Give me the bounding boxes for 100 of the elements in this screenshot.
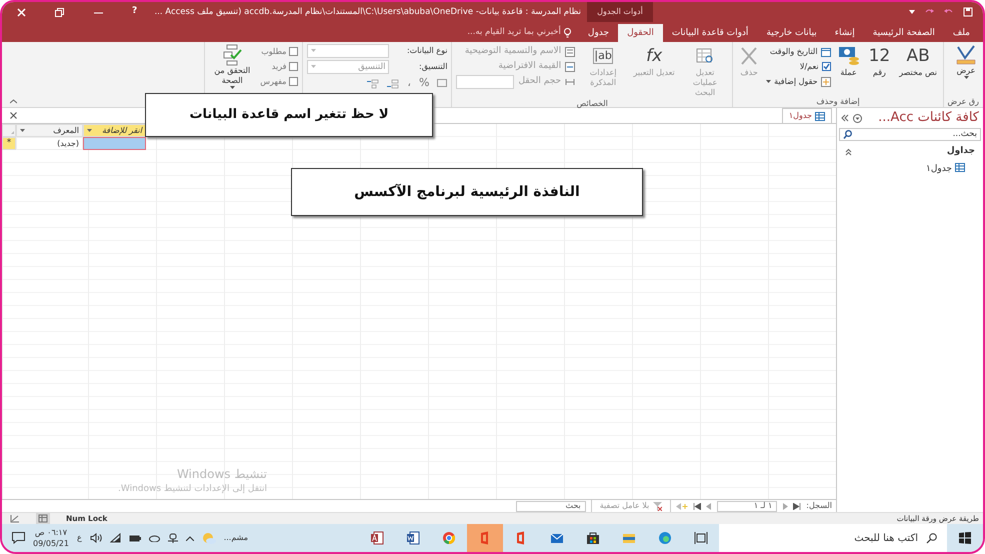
property-label: القيمة الافتراضية	[498, 60, 562, 73]
validation-checkbox[interactable]: مفهرس	[260, 74, 298, 89]
callout-box: لا حظ تتغير اسم قاعدة البيانات	[145, 93, 433, 137]
table-icon	[955, 162, 965, 172]
envelope-icon	[550, 531, 564, 545]
record-position-field[interactable]: ١ لـ ١	[717, 500, 778, 512]
increase-decimals-icon[interactable]	[387, 78, 400, 88]
record-search-field[interactable]: بحث	[516, 500, 586, 512]
tell-me-field[interactable]: أخبرني بما تريد القيام به...	[467, 26, 561, 39]
table-icon	[815, 112, 825, 120]
meeting-icon[interactable]	[168, 532, 178, 544]
record-label: السجل:	[806, 500, 832, 512]
property-label: حجم الحقل	[518, 74, 562, 88]
save-icon[interactable]	[963, 7, 973, 17]
ribbon-tab[interactable]: جدول	[578, 24, 618, 42]
field-type-glyph: AB	[906, 45, 930, 68]
property-icon	[565, 46, 576, 56]
add-field-button[interactable]: نعم/لا	[766, 59, 831, 74]
search-icon	[926, 532, 937, 544]
word-icon	[406, 531, 420, 545]
undo-icon[interactable]	[944, 8, 953, 16]
caret-icon	[311, 49, 316, 53]
ribbon-tab[interactable]: الصفحة الرئيسية	[864, 24, 944, 42]
currency-format-icon[interactable]	[437, 79, 448, 88]
group-label: رق عرض	[948, 96, 979, 107]
caret-icon	[964, 76, 968, 80]
no-filter-icon	[653, 502, 662, 510]
ribbon-tab[interactable]: بيانات خارجية	[757, 24, 826, 42]
property-glyph: ab|	[593, 48, 613, 64]
nav-item[interactable]: جدول١	[924, 162, 967, 176]
ribbon-tab[interactable]: ملف	[944, 24, 979, 42]
caret-icon	[311, 65, 316, 69]
caret-icon	[230, 86, 235, 90]
activation-message: انتقل إلى الإعدادات لتنشيط Windows.	[118, 482, 268, 496]
placeholder-text: بحث...	[952, 128, 977, 141]
view-icon	[955, 44, 977, 66]
customize-caret-icon[interactable]	[909, 10, 915, 14]
add-field-button[interactable]: حقول إضافية	[766, 74, 831, 89]
field-type-glyph: 12	[868, 45, 890, 68]
design-view-icon[interactable]	[10, 514, 20, 523]
context-tab-label: أدوات الجدول	[587, 2, 653, 22]
folder-icon	[622, 531, 636, 545]
browser-icon	[658, 531, 672, 545]
group-label: الخصائص	[576, 98, 609, 109]
group-label: إضافة وحذف	[815, 96, 861, 107]
ribbon-tab[interactable]: الحقول	[618, 24, 663, 42]
language-indicator[interactable]: ع	[76, 532, 82, 544]
format-symbol-button[interactable]: %	[418, 76, 430, 91]
collapse-ribbon-icon[interactable]	[10, 99, 17, 104]
format-label: نوع البيانات:	[406, 45, 448, 57]
help-button[interactable]: ?	[132, 5, 138, 19]
more-fields-icon	[820, 76, 831, 86]
column-header[interactable]: انقر للإضافة	[83, 124, 146, 137]
format-label: التنسيق:	[418, 61, 448, 73]
property-label: الاسم والتسمية التوضيحية	[464, 44, 562, 58]
nav-group-header[interactable]: جداول	[852, 145, 975, 158]
validation-button[interactable]: التحقق من الصحة	[209, 44, 256, 90]
property-icon	[565, 62, 576, 72]
shopping-bag-icon	[586, 531, 600, 545]
collapse-pane-icon[interactable]	[841, 114, 849, 122]
column-header[interactable]: المعرف	[16, 124, 83, 137]
field-size-input[interactable]	[456, 74, 514, 88]
collapse-group-icon[interactable]	[845, 148, 852, 156]
first-record-icon[interactable]	[793, 502, 802, 510]
last-record-icon[interactable]	[693, 502, 702, 510]
add-field-button[interactable]: التاريخ والوقت	[766, 44, 831, 59]
validation-checkbox[interactable]: مطلوب	[260, 44, 298, 59]
chrome-icon	[442, 531, 456, 545]
table-cell[interactable]: (جديد)	[16, 137, 83, 150]
view-button[interactable]: عرض	[953, 44, 979, 80]
taskbar-search-field[interactable]: اكتب هنا للبحث	[719, 524, 947, 552]
notification-icon[interactable]	[12, 532, 25, 544]
battery-icon[interactable]	[128, 534, 141, 542]
cloud-icon[interactable]	[148, 534, 160, 542]
property-icon	[565, 76, 576, 86]
access-icon	[370, 531, 384, 545]
show-hidden-icon[interactable]	[186, 536, 194, 540]
nav-search-field[interactable]: بحث...	[839, 128, 981, 141]
table-cell[interactable]	[83, 137, 146, 150]
close-icon[interactable]	[10, 112, 17, 119]
redo-icon[interactable]	[925, 8, 934, 16]
datasheet-view-icon[interactable]	[36, 513, 50, 524]
validation-checkbox[interactable]: فريد	[260, 59, 298, 74]
field-type-button[interactable]: عملة	[836, 44, 862, 78]
placeholder-text: التنسيق	[358, 60, 386, 74]
decrease-decimals-icon[interactable]	[367, 78, 380, 88]
nav-pane-title: كافة كائنات Acc...	[877, 109, 979, 128]
lightbulb-icon	[564, 28, 571, 38]
dropdown-icon[interactable]	[853, 114, 862, 122]
wifi-icon[interactable]	[110, 533, 121, 543]
weather-text[interactable]: مشم...	[224, 532, 248, 544]
format-symbol-button[interactable]: ،	[407, 76, 411, 91]
speaker-icon[interactable]	[90, 533, 102, 543]
callout-box: النافذة الرئيسية لبرنامج الآكسس	[291, 168, 643, 216]
ribbon-tab[interactable]: أدوات قاعدة البيانات	[662, 24, 758, 42]
dropdown-caret-icon[interactable]	[20, 128, 25, 132]
document-tab[interactable]: جدول١	[782, 108, 832, 123]
dropdown-caret-icon[interactable]	[87, 128, 92, 132]
restore-icon[interactable]	[55, 8, 64, 16]
ribbon-tab[interactable]: إنشاء	[826, 24, 864, 42]
